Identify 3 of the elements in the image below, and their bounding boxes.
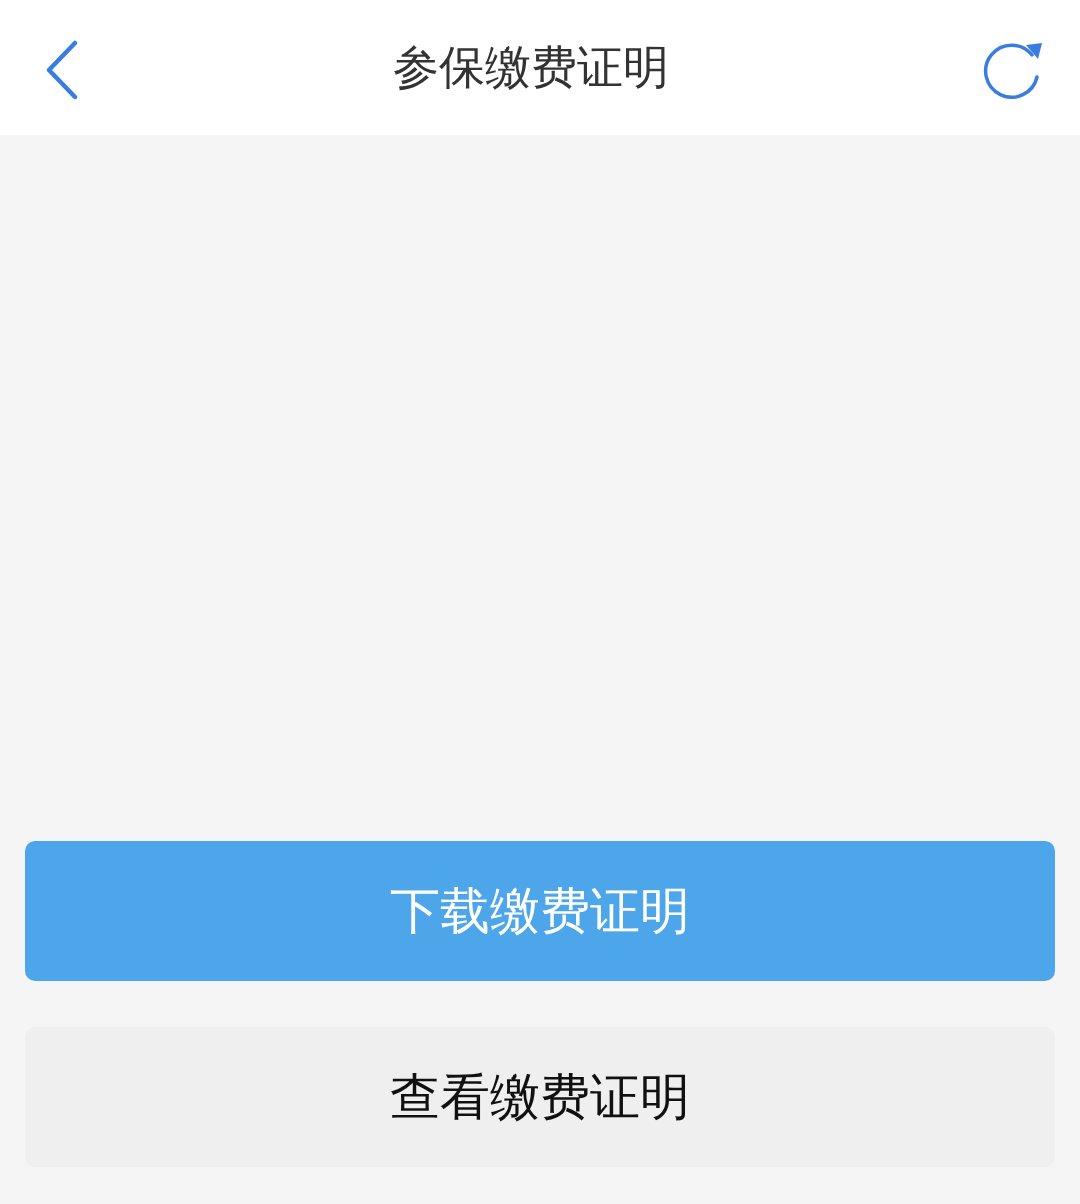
back-icon[interactable] xyxy=(44,39,80,100)
page-title: 参保缴费证明 xyxy=(393,38,669,96)
action-button[interactable]: 查看缴费证明 xyxy=(25,1027,1055,1167)
